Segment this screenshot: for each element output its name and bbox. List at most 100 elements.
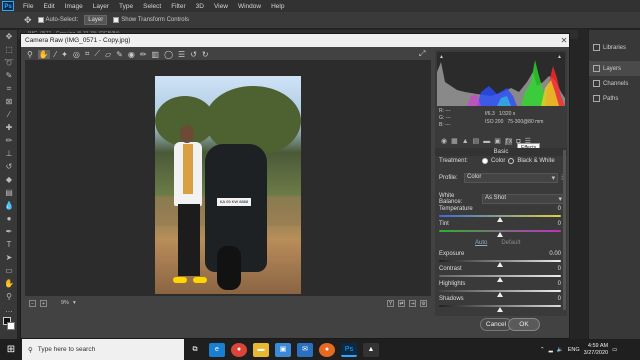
path-selection-tool-icon[interactable]: ➤ [3, 252, 15, 264]
rectangle-tool-icon[interactable]: ▭ [3, 265, 15, 277]
blur-tool-icon[interactable]: 💧 [3, 200, 15, 212]
healing-brush-tool-icon[interactable]: ✚ [3, 122, 15, 134]
transform-icon[interactable]: ▱ [105, 50, 111, 59]
default-button[interactable]: Default [501, 240, 520, 246]
preferences-icon[interactable]: ☰ [178, 50, 185, 59]
tint-slider[interactable]: Tint 0 [439, 221, 561, 237]
radio-color[interactable] [482, 158, 488, 164]
profile-select[interactable]: Color ▾ [464, 173, 559, 183]
eyedropper-tool-icon[interactable]: ⁄ [3, 109, 15, 121]
slider-value[interactable]: 0 [543, 266, 561, 272]
history-brush-tool-icon[interactable]: ↺ [3, 161, 15, 173]
menu-file[interactable]: File [23, 3, 33, 10]
photoshop-taskbar-icon[interactable]: Ps [341, 342, 357, 357]
copy-settings-button[interactable]: ⇥ [409, 299, 416, 307]
radio-bw[interactable] [508, 158, 515, 164]
color-sampler-icon[interactable]: ✦ [61, 50, 68, 59]
pen-tool-icon[interactable]: ✒ [3, 226, 15, 238]
shadow-clipping-icon[interactable]: ▲ [439, 54, 444, 60]
clock[interactable]: 4:59 AM 3/27/2020 [584, 343, 608, 357]
spot-removal-icon[interactable]: ✎ [116, 50, 123, 59]
dock-channels[interactable]: Channels [589, 76, 640, 91]
move-tool-icon[interactable]: ✥ [3, 31, 15, 43]
quick-select-tool-icon[interactable]: ✎ [3, 70, 15, 82]
more-tools-icon[interactable]: … [3, 304, 15, 316]
menu-image[interactable]: Image [65, 3, 83, 10]
menu-layer[interactable]: Layer [93, 3, 109, 10]
temperature-slider[interactable]: Temperature 0 [439, 206, 561, 222]
dock-libraries[interactable]: Libraries [589, 40, 640, 55]
task-view-icon[interactable]: ⧉ [187, 343, 203, 357]
zoom-in-button[interactable]: + [40, 299, 47, 307]
lasso-tool-icon[interactable]: ➰ [3, 57, 15, 69]
basic-tab-icon[interactable]: ◉ [441, 137, 447, 145]
toggle-defaults-button[interactable]: ⚙ [420, 299, 427, 307]
slider-value[interactable]: 0 [543, 296, 561, 302]
frame-tool-icon[interactable]: ⊠ [3, 96, 15, 108]
targeted-adjustment-icon[interactable]: ◎ [73, 50, 80, 59]
slider-value[interactable]: 0.00 [543, 251, 561, 257]
menu-type[interactable]: Type [119, 3, 133, 10]
show-transform-checkbox[interactable]: Show Transform Controls [113, 17, 189, 23]
slider-thumb[interactable] [497, 232, 503, 237]
file-explorer-icon[interactable]: ▬ [253, 342, 269, 357]
ok-button[interactable]: OK [508, 318, 540, 331]
move-tool-icon[interactable]: ✥ [24, 15, 32, 26]
exposure-slider[interactable]: Exposure 0.00 [439, 251, 561, 267]
before-after-swap-button[interactable]: ⇄ [398, 299, 405, 307]
chrome-icon[interactable]: ● [231, 342, 247, 357]
language-indicator[interactable]: ENG [568, 347, 580, 353]
notifications-icon[interactable]: ▭ [612, 347, 617, 353]
menu-edit[interactable]: Edit [43, 3, 54, 10]
dock-paths[interactable]: Paths [589, 91, 640, 106]
highlight-clipping-icon[interactable]: ▲ [557, 54, 562, 60]
firefox-icon[interactable]: ● [319, 342, 335, 357]
volume-icon[interactable]: 🔈 [557, 347, 564, 353]
clone-stamp-tool-icon[interactable]: ⊥ [3, 148, 15, 160]
menu-window[interactable]: Window [238, 3, 261, 10]
eraser-tool-icon[interactable]: ◆ [3, 174, 15, 186]
dock-layers[interactable]: Layers [589, 61, 640, 76]
adjustment-brush-icon[interactable]: ✏ [140, 50, 147, 59]
detail-tab-icon[interactable]: ▲ [462, 138, 469, 145]
menu-filter[interactable]: Filter [171, 3, 185, 10]
tone-curve-tab-icon[interactable]: ▦ [451, 137, 458, 145]
close-icon[interactable]: ✕ [559, 34, 569, 47]
split-toning-tab-icon[interactable]: ▬ [483, 138, 490, 145]
gradient-tool-icon[interactable]: ▤ [3, 187, 15, 199]
lens-corrections-tab-icon[interactable]: ▣ [494, 137, 501, 145]
contrast-slider[interactable]: Contrast 0 [439, 266, 561, 282]
hsl-tab-icon[interactable]: ▤ [473, 137, 480, 145]
layer-select[interactable]: Layer [84, 15, 108, 25]
panel-scrollbar[interactable] [563, 150, 566, 310]
zoom-level[interactable]: 9% [61, 300, 69, 306]
menu-help[interactable]: Help [271, 3, 284, 10]
menu-view[interactable]: View [214, 3, 228, 10]
photos-icon[interactable]: ▲ [363, 342, 379, 357]
before-after-y-button[interactable]: Y [387, 299, 394, 307]
hand-tool-icon[interactable]: ✋ [3, 278, 15, 290]
windows-start-icon[interactable]: ⊞ [0, 339, 22, 360]
rotate-right-icon[interactable]: ↻ [202, 50, 209, 59]
zoom-icon[interactable]: ⚲ [27, 50, 33, 59]
slider-thumb[interactable] [497, 307, 503, 312]
graduated-filter-icon[interactable]: ▥ [152, 50, 160, 59]
marquee-tool-icon[interactable]: ⬚ [3, 44, 15, 56]
slider-value[interactable]: 0 [543, 221, 561, 227]
auto-button[interactable]: Auto [475, 240, 487, 246]
edge-icon[interactable]: e [209, 342, 225, 357]
network-icon[interactable]: ▂ [549, 347, 553, 353]
crop-icon[interactable]: ⌗ [85, 49, 90, 59]
zoom-out-button[interactable]: − [29, 299, 36, 307]
hand-icon[interactable]: ✋ [37, 49, 50, 59]
foreground-background-color-icon[interactable] [3, 317, 15, 333]
shadows-slider[interactable]: Shadows 0 [439, 296, 561, 312]
store-icon[interactable]: ▣ [275, 342, 291, 357]
white-balance-select[interactable]: As Shot ▾ [482, 194, 565, 204]
mail-icon[interactable]: ✉ [297, 342, 313, 357]
zoom-tool-icon[interactable]: ⚲ [3, 291, 15, 303]
chevron-down-icon[interactable]: ▾ [73, 300, 76, 306]
red-eye-icon[interactable]: ◉ [128, 50, 135, 59]
taskbar-search[interactable]: ⚲ Type here to search [22, 339, 184, 360]
type-tool-icon[interactable]: T [3, 239, 15, 251]
